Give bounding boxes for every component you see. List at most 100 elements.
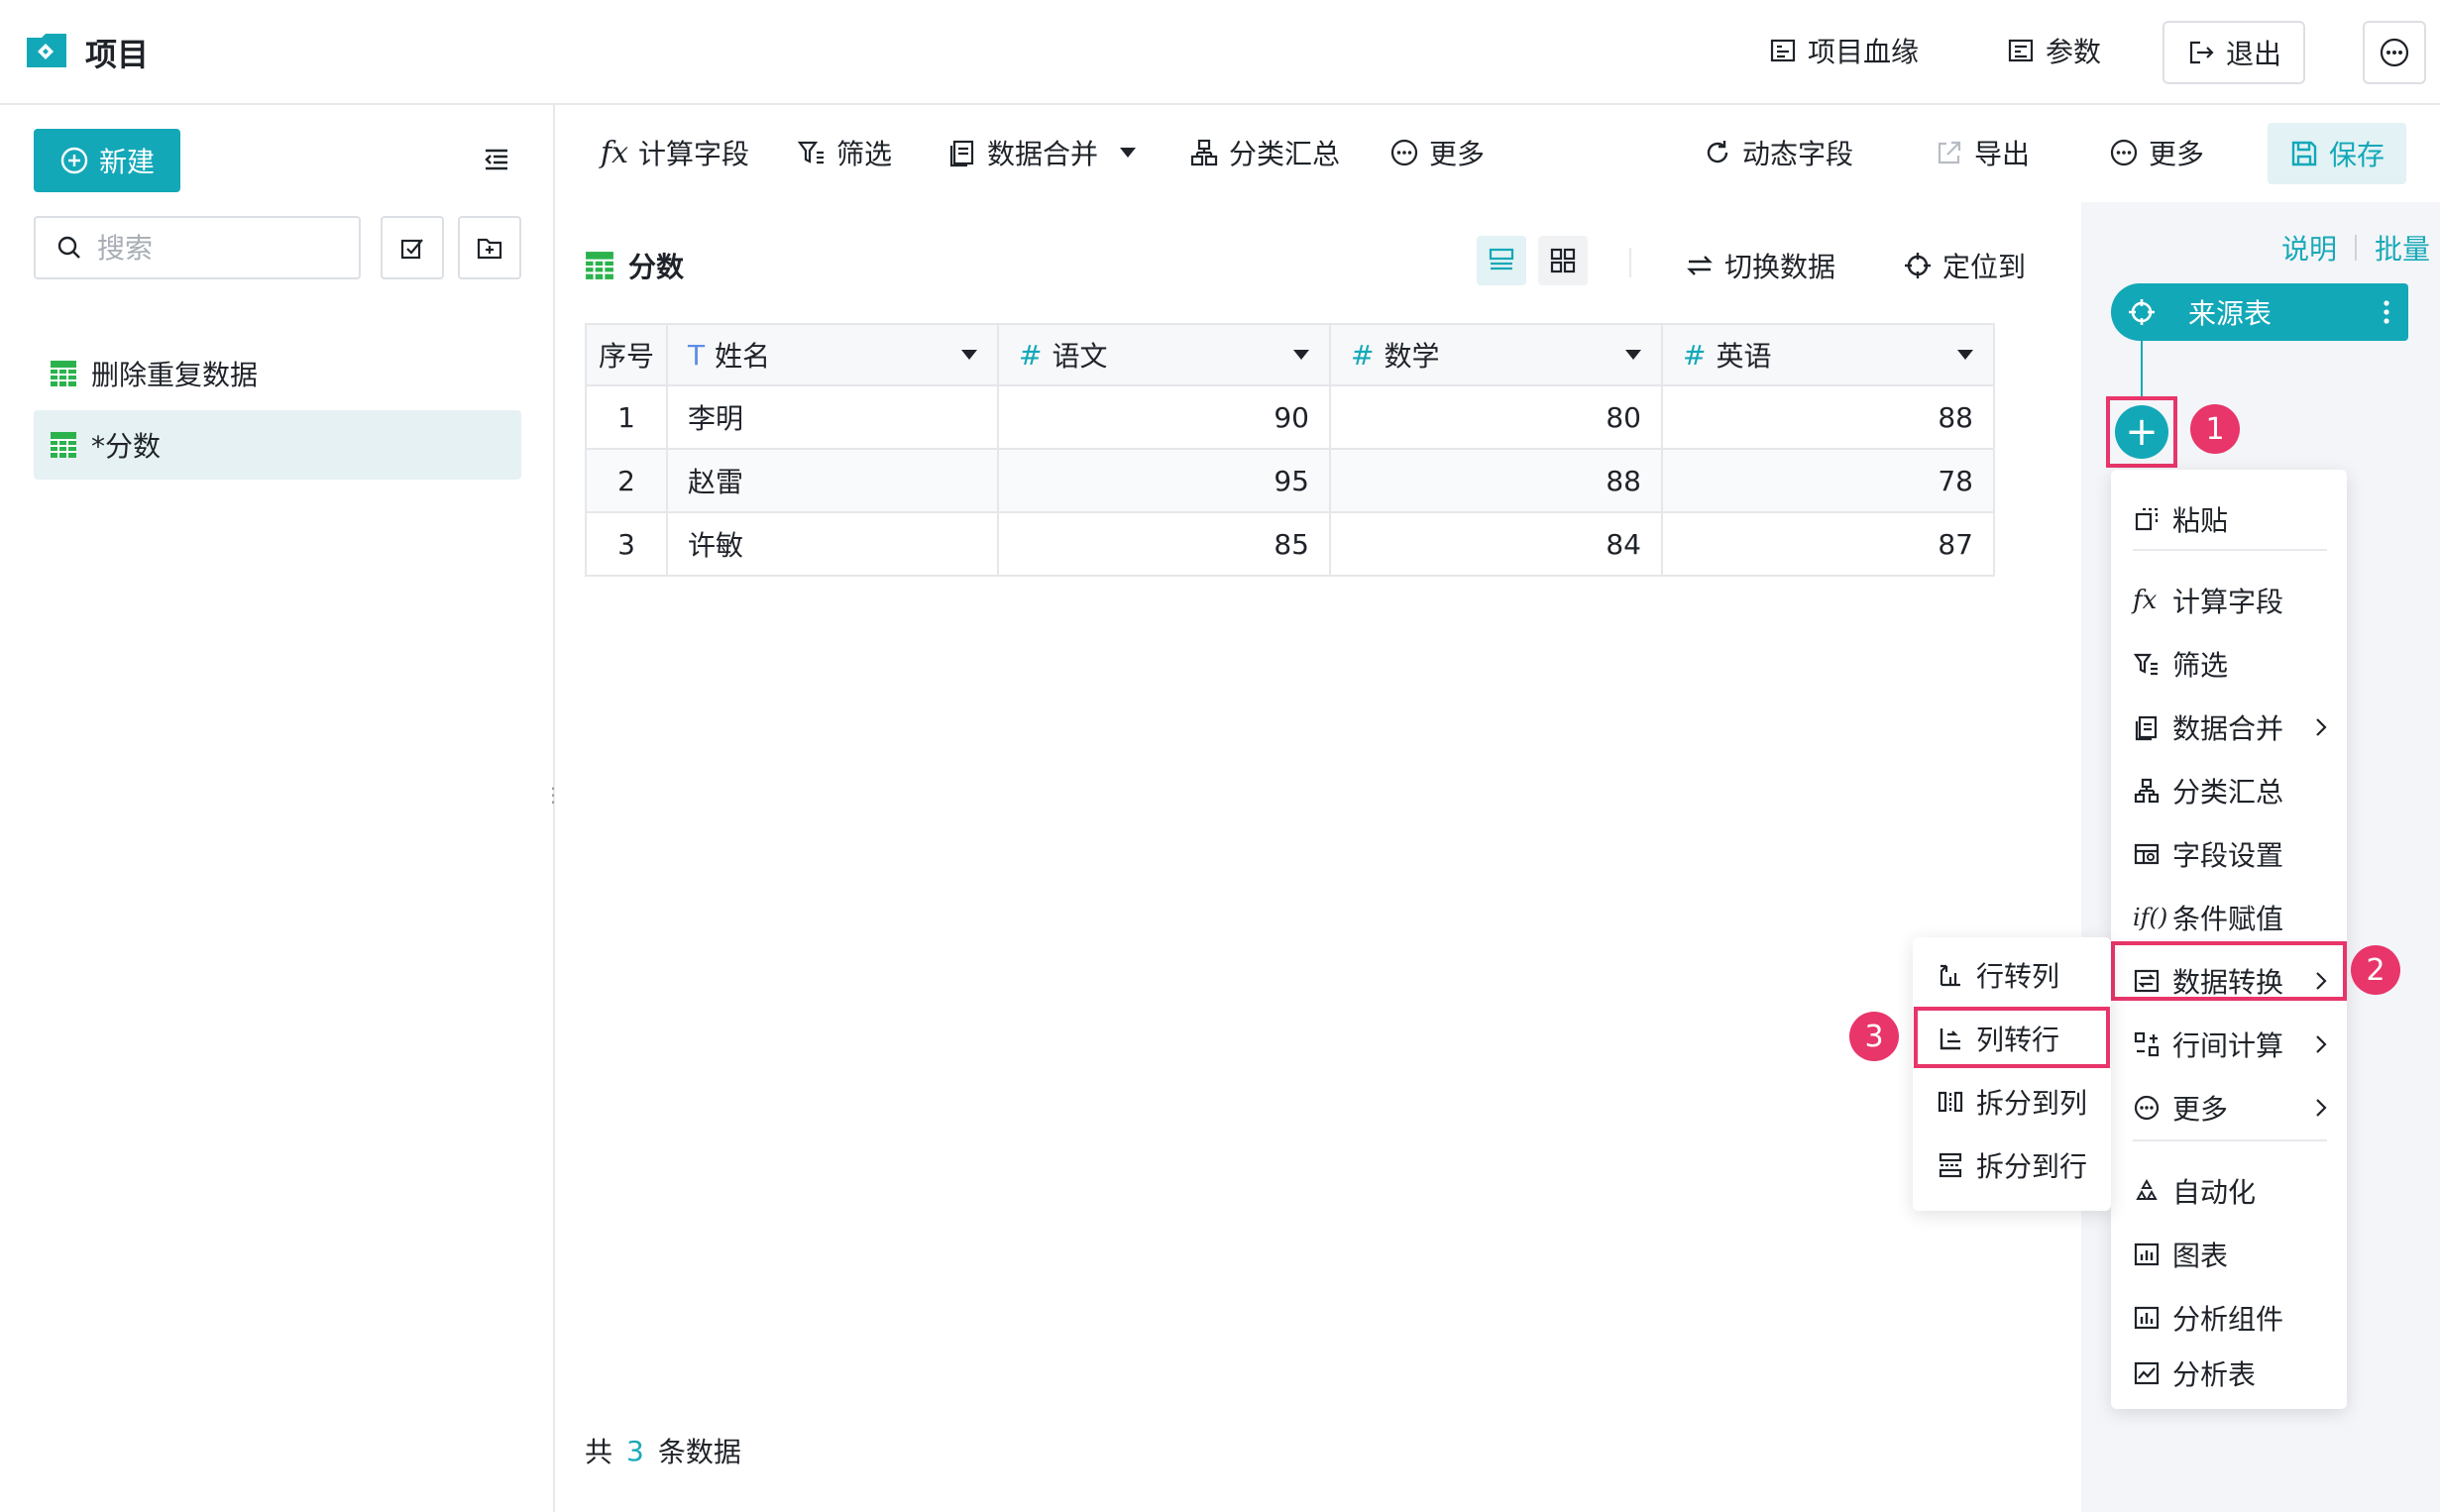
grid-view-icon: [1548, 246, 1578, 275]
chinese-cell[interactable]: 85: [997, 511, 1331, 577]
more-dots-icon: [2379, 37, 2410, 68]
name-cell[interactable]: 赵雷: [666, 448, 999, 513]
logout-label: 退出: [2226, 38, 2282, 70]
text-type-icon: T: [688, 338, 706, 372]
params-button[interactable]: 参数: [2006, 26, 2101, 75]
highlight-box: [1914, 1007, 2110, 1068]
menu-item-group-summary[interactable]: 分类汇总: [2133, 763, 2331, 818]
batch-link[interactable]: 批量: [2375, 228, 2430, 268]
more-options-button[interactable]: [2363, 21, 2426, 84]
menu-item-row-calc[interactable]: 行间计算: [2133, 1017, 2331, 1072]
tree-item-dedup[interactable]: 删除重复数据: [34, 339, 521, 408]
multi-select-button[interactable]: [381, 216, 444, 279]
menu-item-calc-field[interactable]: fx 计算字段: [2133, 573, 2331, 628]
toolbar-more2-button[interactable]: 更多: [2109, 131, 2204, 174]
switch-data-button[interactable]: 切换数据: [1685, 246, 1835, 285]
row-calc-icon: [2133, 1030, 2161, 1058]
menu-item-paste[interactable]: 粘贴: [2133, 491, 2331, 547]
node-menu-icon[interactable]: [2383, 298, 2408, 326]
math-cell[interactable]: 84: [1329, 511, 1663, 577]
project-lineage-button[interactable]: 项目血缘: [1768, 26, 1919, 75]
column-menu-caret-icon[interactable]: [1957, 350, 1973, 360]
explain-link[interactable]: 说明: [2281, 228, 2337, 268]
calc-field-button[interactable]: fx 计算字段: [601, 131, 749, 174]
search-input[interactable]: [95, 230, 337, 266]
menu-item-automation[interactable]: 自动化: [2133, 1163, 2331, 1219]
source-table-node[interactable]: 来源表: [2111, 283, 2408, 341]
dynamic-field-button[interactable]: 动态字段: [1703, 131, 1853, 174]
column-header-name[interactable]: T 姓名: [666, 323, 999, 386]
calc-field-label: 计算字段: [638, 138, 750, 170]
export-label: 导出: [1974, 138, 2031, 170]
field-settings-icon: [2133, 840, 2161, 868]
footer-suffix: 条数据: [657, 1436, 741, 1468]
english-cell[interactable]: 88: [1661, 384, 1995, 450]
column-menu-caret-icon[interactable]: [1293, 350, 1309, 360]
menu-item-merge[interactable]: 数据合并: [2133, 700, 2331, 755]
tree-item-scores[interactable]: *分数: [34, 410, 521, 480]
menu-item-label: 自动化: [2172, 1176, 2257, 1209]
column-menu-caret-icon[interactable]: [961, 350, 977, 360]
menu-item-label: 字段设置: [2172, 839, 2284, 872]
more-dots-icon: [1389, 138, 1419, 167]
math-cell[interactable]: 88: [1329, 448, 1663, 513]
submenu-item-split-to-col[interactable]: 拆分到列: [1937, 1074, 2095, 1130]
chinese-cell[interactable]: 90: [997, 384, 1331, 450]
params-label: 参数: [2046, 36, 2102, 68]
params-icon: [2006, 36, 2036, 65]
column-header-english[interactable]: # 英语: [1661, 323, 1995, 386]
export-icon: [1935, 138, 1964, 167]
chinese-cell[interactable]: 95: [997, 448, 1331, 513]
locate-button[interactable]: 定位到: [1903, 246, 2026, 285]
menu-item-conditional-assign[interactable]: if() 条件赋值: [2133, 890, 2331, 945]
menu-item-chart[interactable]: 图表: [2133, 1227, 2331, 1282]
new-folder-button[interactable]: [458, 216, 521, 279]
group-summary-button[interactable]: 分类汇总: [1189, 131, 1340, 174]
english-cell[interactable]: 87: [1661, 511, 1995, 577]
collapse-sidebar-icon[interactable]: [482, 145, 511, 174]
flow-links: 说明 批量: [2281, 228, 2430, 268]
column-menu-caret-icon[interactable]: [1625, 350, 1641, 360]
data-transform-submenu: 行转列 列转行 拆分到列 拆分到行: [1913, 937, 2111, 1211]
filter-button[interactable]: 筛选: [797, 131, 892, 174]
group-icon: [2133, 777, 2161, 805]
step-badge: 2: [2351, 945, 2400, 995]
column-header-math[interactable]: # 数学: [1329, 323, 1663, 386]
new-button[interactable]: 新建: [34, 129, 180, 192]
menu-item-field-settings[interactable]: 字段设置: [2133, 826, 2331, 882]
logout-button[interactable]: 退出: [2163, 21, 2306, 84]
top-bar: 项目 项目血缘 参数 退出: [0, 0, 2440, 105]
toolbar: fx 计算字段 筛选 数据合并 分类汇总 更多 动态字段 导出 更多 保存: [555, 105, 2440, 200]
list-view-toggle[interactable]: [1477, 236, 1526, 285]
merge-label: 数据合并: [987, 138, 1099, 170]
export-button[interactable]: 导出: [1935, 131, 2030, 174]
name-cell[interactable]: 李明: [666, 384, 999, 450]
search-field[interactable]: [34, 216, 361, 279]
source-node-label: 来源表: [2188, 297, 2273, 330]
merge-icon: [947, 138, 977, 167]
column-header-chinese[interactable]: # 语文: [997, 323, 1331, 386]
split-row-icon: [1937, 1151, 1964, 1179]
submenu-item-split-to-row[interactable]: 拆分到行: [1937, 1137, 2095, 1193]
menu-item-filter[interactable]: 筛选: [2133, 636, 2331, 692]
submenu-item-row-to-col[interactable]: 行转列: [1937, 947, 2095, 1003]
crosshair-icon: [1903, 251, 1933, 280]
data-merge-button[interactable]: 数据合并: [947, 131, 1137, 174]
more-dots-icon: [2109, 138, 2139, 167]
save-button[interactable]: 保存: [2268, 123, 2406, 184]
menu-item-more[interactable]: 更多: [2133, 1080, 2331, 1135]
math-cell[interactable]: 80: [1329, 384, 1663, 450]
chevron-right-icon: [2316, 718, 2327, 736]
name-cell[interactable]: 许敏: [666, 511, 999, 577]
menu-item-analysis-component[interactable]: 分析组件: [2133, 1290, 2331, 1346]
if-icon: if(): [2133, 904, 2168, 931]
add-node-button[interactable]: +: [2115, 405, 2168, 459]
table-row: 2 赵雷 95 88 78: [585, 448, 1995, 513]
plus-icon: +: [2125, 409, 2159, 455]
menu-item-analysis-table[interactable]: 分析表: [2133, 1353, 2331, 1393]
tree-item-label: *分数: [91, 430, 162, 463]
toolbar-more-button[interactable]: 更多: [1389, 131, 1485, 174]
column-header-label: 语文: [1052, 340, 1108, 373]
grid-view-toggle[interactable]: [1538, 236, 1588, 285]
english-cell[interactable]: 78: [1661, 448, 1995, 513]
